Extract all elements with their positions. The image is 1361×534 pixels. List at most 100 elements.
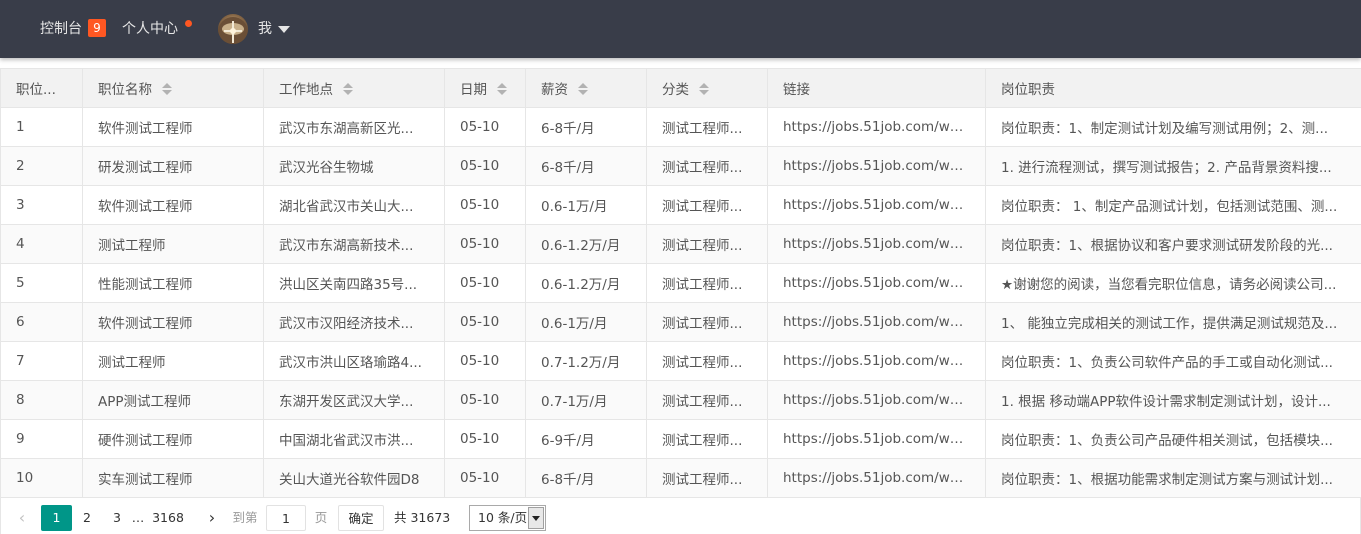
cell-salary: 0.6-1万/月 — [525, 185, 647, 225]
cell-salary: 6-8千/月 — [525, 107, 647, 147]
cell-duties: 1. 根据 移动端APP软件设计需求制定测试计划，设计... — [985, 380, 1361, 420]
goto-page-input[interactable] — [266, 505, 306, 531]
cell-duties: 岗位职责：1、负责公司软件产品的手工或自动化测试... — [985, 341, 1361, 381]
table-row[interactable]: 4 测试工程师 武汉市东湖高新技术... 05-10 0.6-1.2万/月 测试… — [0, 224, 1361, 264]
nav-personal-label: 个人中心 — [122, 21, 178, 37]
notification-dot — [185, 20, 192, 27]
sort-icon[interactable] — [343, 83, 353, 95]
cell-location: 武汉市东湖高新区光... — [263, 107, 445, 147]
cell-id: 8 — [0, 380, 83, 420]
dropdown-arrow-icon[interactable] — [528, 507, 544, 529]
cell-title: 软件测试工程师 — [82, 185, 264, 225]
cell-duties: 岗位职责：1、负责公司产品硬件相关测试，包括模块... — [985, 419, 1361, 459]
chevron-down-icon — [278, 26, 290, 33]
table-row[interactable]: 7 测试工程师 武汉市洪山区珞瑜路4... 05-10 0.7-1.2万/月 测… — [0, 341, 1361, 381]
column-header-label: 岗位职责 — [1001, 82, 1055, 98]
cell-title: 硬件测试工程师 — [82, 419, 264, 459]
sort-icon[interactable] — [699, 83, 709, 95]
chevron-left-icon[interactable]: ‹ — [11, 505, 33, 531]
cell-duties: 岗位职责：1、根据协议和客户要求测试研发阶段的光... — [985, 224, 1361, 264]
cell-id: 2 — [0, 146, 83, 186]
nav-console-label: 控制台 — [40, 21, 82, 37]
cell-title: 性能测试工程师 — [82, 263, 264, 303]
cell-link[interactable]: https://jobs.51job.com/wuh... — [767, 380, 986, 420]
page-button-2[interactable]: 2 — [77, 505, 97, 531]
table-row[interactable]: 5 性能测试工程师 洪山区关南四路35号... 05-10 0.6-1.2万/月… — [0, 263, 1361, 303]
cell-link[interactable]: https://jobs.51job.com/wuh... — [767, 224, 986, 264]
cell-salary: 6-8千/月 — [525, 146, 647, 186]
column-header-category[interactable]: 分类 — [646, 68, 768, 108]
chevron-right-icon[interactable]: › — [201, 505, 223, 531]
cell-link[interactable]: https://jobs.51job.com/wuh... — [767, 419, 986, 459]
column-header-link[interactable]: 链接 — [767, 68, 986, 108]
cell-title: 测试工程师 — [82, 224, 264, 264]
cell-category: 测试工程师... — [646, 146, 768, 186]
column-header-id[interactable]: 职位... — [0, 68, 83, 108]
table-row[interactable]: 1 软件测试工程师 武汉市东湖高新区光... 05-10 6-8千/月 测试工程… — [0, 107, 1361, 147]
cell-id: 10 — [0, 458, 83, 498]
cell-date: 05-10 — [444, 146, 526, 186]
jobs-table: 职位... 职位名称 工作地点 日期 薪资 分类 链接 岗位职责 1 软件测试工… — [0, 68, 1361, 498]
cell-salary: 6-9千/月 — [525, 419, 647, 459]
column-header-title[interactable]: 职位名称 — [82, 68, 264, 108]
column-header-date[interactable]: 日期 — [444, 68, 526, 108]
page-button-last[interactable]: 3168 — [149, 505, 187, 531]
avatar-image-icon — [218, 17, 248, 44]
page-button-3[interactable]: 3 — [107, 505, 127, 531]
cell-salary: 0.6-1.2万/月 — [525, 263, 647, 303]
cell-id: 9 — [0, 419, 83, 459]
cell-location: 中国湖北省武汉市洪... — [263, 419, 445, 459]
table-row[interactable]: 6 软件测试工程师 武汉市汉阳经济技术... 05-10 0.6-1万/月 测试… — [0, 302, 1361, 342]
jobs-table-container: 职位... 职位名称 工作地点 日期 薪资 分类 链接 岗位职责 1 软件测试工… — [0, 68, 1361, 498]
cell-date: 05-10 — [444, 107, 526, 147]
cell-title: 测试工程师 — [82, 341, 264, 381]
table-row[interactable]: 10 实车测试工程师 关山大道光谷软件园D8 05-10 6-8千/月 测试工程… — [0, 458, 1361, 498]
cell-location: 关山大道光谷软件园D8 — [263, 458, 445, 498]
cell-duties: 岗位职责： 1、制定产品测试计划，包括测试范围、测... — [985, 185, 1361, 225]
cell-date: 05-10 — [444, 419, 526, 459]
cell-link[interactable]: https://jobs.51job.com/wuh... — [767, 458, 986, 498]
sort-icon[interactable] — [162, 83, 172, 95]
cell-location: 东湖开发区武汉大学... — [263, 380, 445, 420]
cell-link[interactable]: https://jobs.51job.com/wuh... — [767, 302, 986, 342]
cell-salary: 0.6-1.2万/月 — [525, 224, 647, 264]
table-row[interactable]: 9 硬件测试工程师 中国湖北省武汉市洪... 05-10 6-9千/月 测试工程… — [0, 419, 1361, 459]
cell-link[interactable]: https://jobs.51job.com/wuh... — [767, 341, 986, 381]
cell-link[interactable]: https://jobs.51job.com/wuh... — [767, 185, 986, 225]
column-header-location[interactable]: 工作地点 — [263, 68, 445, 108]
cell-category: 测试工程师... — [646, 458, 768, 498]
avatar[interactable] — [218, 14, 248, 44]
column-header-salary[interactable]: 薪资 — [525, 68, 647, 108]
nav-console-link[interactable]: 控制台 9 — [40, 0, 106, 58]
page-ellipsis: … — [131, 510, 145, 525]
cell-duties: 1. 进行流程测试，撰写测试报告；2. 产品背景资料搜... — [985, 146, 1361, 186]
column-header-duties[interactable]: 岗位职责 — [985, 68, 1361, 108]
sort-icon[interactable] — [578, 83, 588, 95]
cell-link[interactable]: https://jobs.51job.com/wuh... — [767, 107, 986, 147]
cell-category: 测试工程师... — [646, 185, 768, 225]
table-row[interactable]: 3 软件测试工程师 湖北省武汉市关山大... 05-10 0.6-1万/月 测试… — [0, 185, 1361, 225]
column-header-label: 工作地点 — [279, 82, 333, 98]
cell-location: 武汉市东湖高新技术... — [263, 224, 445, 264]
cell-date: 05-10 — [444, 185, 526, 225]
cell-date: 05-10 — [444, 341, 526, 381]
nav-personal-center-link[interactable]: 个人中心 — [122, 0, 192, 58]
page-size-select[interactable]: 10 条/页 — [469, 505, 546, 531]
user-name-label: 我 — [258, 21, 272, 37]
cell-duties: 1、 能独立完成相关的测试工作，提供满足测试规范及... — [985, 302, 1361, 342]
cell-location: 湖北省武汉市关山大... — [263, 185, 445, 225]
table-row[interactable]: 2 研发测试工程师 武汉光谷生物城 05-10 6-8千/月 测试工程师... … — [0, 146, 1361, 186]
table-row[interactable]: 8 APP测试工程师 东湖开发区武汉大学... 05-10 0.7-1万/月 测… — [0, 380, 1361, 420]
cell-link[interactable]: https://jobs.51job.com/wuh... — [767, 146, 986, 186]
cell-title: APP测试工程师 — [82, 380, 264, 420]
page-size-value: 10 条/页 — [478, 510, 528, 525]
cell-id: 1 — [0, 107, 83, 147]
cell-date: 05-10 — [444, 380, 526, 420]
cell-link[interactable]: https://jobs.51job.com/wuh... — [767, 263, 986, 303]
page-button-current[interactable]: 1 — [41, 505, 72, 531]
sort-icon[interactable] — [497, 83, 507, 95]
column-header-label: 链接 — [783, 82, 810, 98]
confirm-button[interactable]: 确定 — [338, 505, 384, 531]
page-unit-label: 页 — [314, 510, 328, 525]
top-nav-bar: 控制台 9 个人中心 我 — [0, 0, 1361, 58]
